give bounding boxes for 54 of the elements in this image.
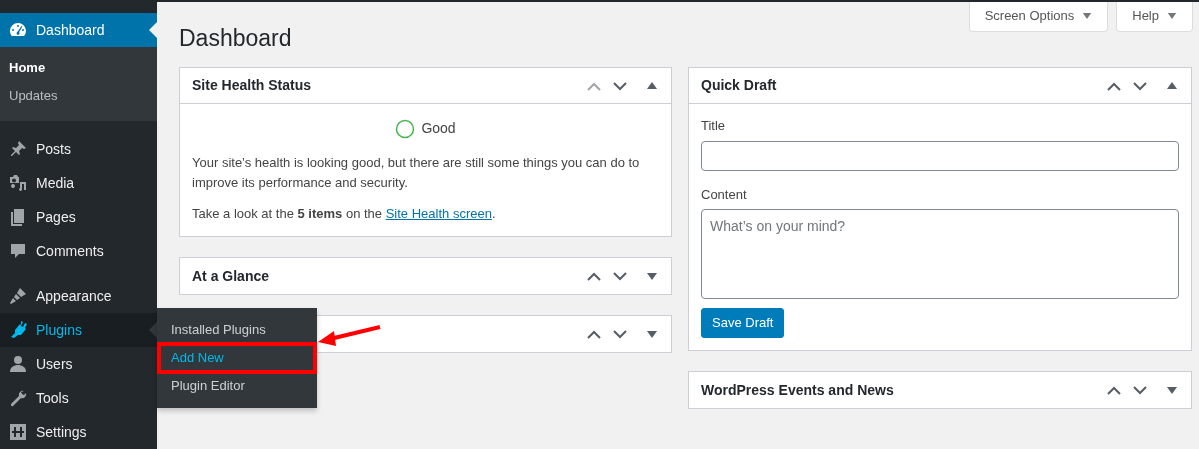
title-field[interactable] xyxy=(701,140,1179,171)
status-text: Good xyxy=(421,119,456,138)
paintbrush-icon xyxy=(8,286,28,306)
camera-music-icon xyxy=(8,173,28,193)
chevron-down-icon xyxy=(1132,79,1148,92)
chevron-up-icon xyxy=(586,270,602,282)
widget-title: WordPress Events and News xyxy=(701,380,895,400)
triangle-up-icon xyxy=(647,81,657,90)
field-label: Title xyxy=(701,117,727,135)
widget-title: At a Glance xyxy=(192,266,271,286)
chevron-down-icon xyxy=(612,328,628,340)
speech-bubble-icon xyxy=(8,241,28,261)
flyout-item[interactable]: Installed Plugins xyxy=(157,316,317,344)
menu-item[interactable]: Dashboard xyxy=(0,13,157,47)
menu-item[interactable]: Users xyxy=(0,347,157,381)
site-health-link[interactable]: Site Health screen xyxy=(385,206,492,221)
content-field[interactable]: What’s on your mind? xyxy=(701,209,1179,299)
status-ring-icon xyxy=(395,118,416,139)
flyout-item[interactable]: Plugin Editor xyxy=(157,372,317,400)
caret-icon xyxy=(1082,12,1093,20)
menu-item[interactable]: Pages xyxy=(0,200,157,234)
dropdown-button[interactable]: Help xyxy=(1116,2,1193,32)
chevron-up-icon xyxy=(1106,384,1122,396)
widget-title: Quick Draft xyxy=(701,76,778,95)
menu-item[interactable]: Media xyxy=(0,166,157,200)
triangle-down-icon xyxy=(1167,385,1177,395)
menu-item[interactable]: Settings xyxy=(0,415,157,449)
pin-icon xyxy=(8,139,28,159)
chevron-down-icon xyxy=(1132,384,1148,396)
menu-item[interactable]: Tools xyxy=(0,381,157,415)
menu-item[interactable]: Plugins xyxy=(0,313,157,347)
person-icon xyxy=(8,354,28,374)
wrench-icon xyxy=(8,388,28,408)
caret-icon xyxy=(1167,12,1177,20)
chevron-down-icon xyxy=(612,79,628,92)
triangle-down-icon xyxy=(647,329,657,339)
triangle-up-icon xyxy=(1167,81,1177,90)
widget-title: Site Health Status xyxy=(192,76,313,95)
submenu-item[interactable]: Home xyxy=(0,54,157,82)
submenu-item[interactable]: Updates xyxy=(0,82,157,110)
flyout-item[interactable]: Add New xyxy=(159,344,315,372)
health-message: Your site’s health is looking good, but there are still some things you can do to improve its performance and security. xyxy=(192,154,641,192)
chevron-down-icon xyxy=(612,270,628,282)
sliders-icon xyxy=(8,422,28,442)
dropdown-button[interactable]: Screen Options xyxy=(968,2,1109,32)
save-draft-button[interactable]: Save Draft xyxy=(701,308,785,338)
chevron-up-icon xyxy=(586,328,602,340)
page-title: Dashboard xyxy=(179,24,292,53)
menu-item[interactable]: Posts xyxy=(0,132,157,166)
menu-item[interactable]: Comments xyxy=(0,234,157,268)
menu-item[interactable]: Appearance xyxy=(0,279,157,313)
field-label: Content xyxy=(701,185,748,204)
health-link-text: Take a look at the 5 items on the Site Health screen. xyxy=(192,205,497,223)
triangle-down-icon xyxy=(647,271,657,281)
